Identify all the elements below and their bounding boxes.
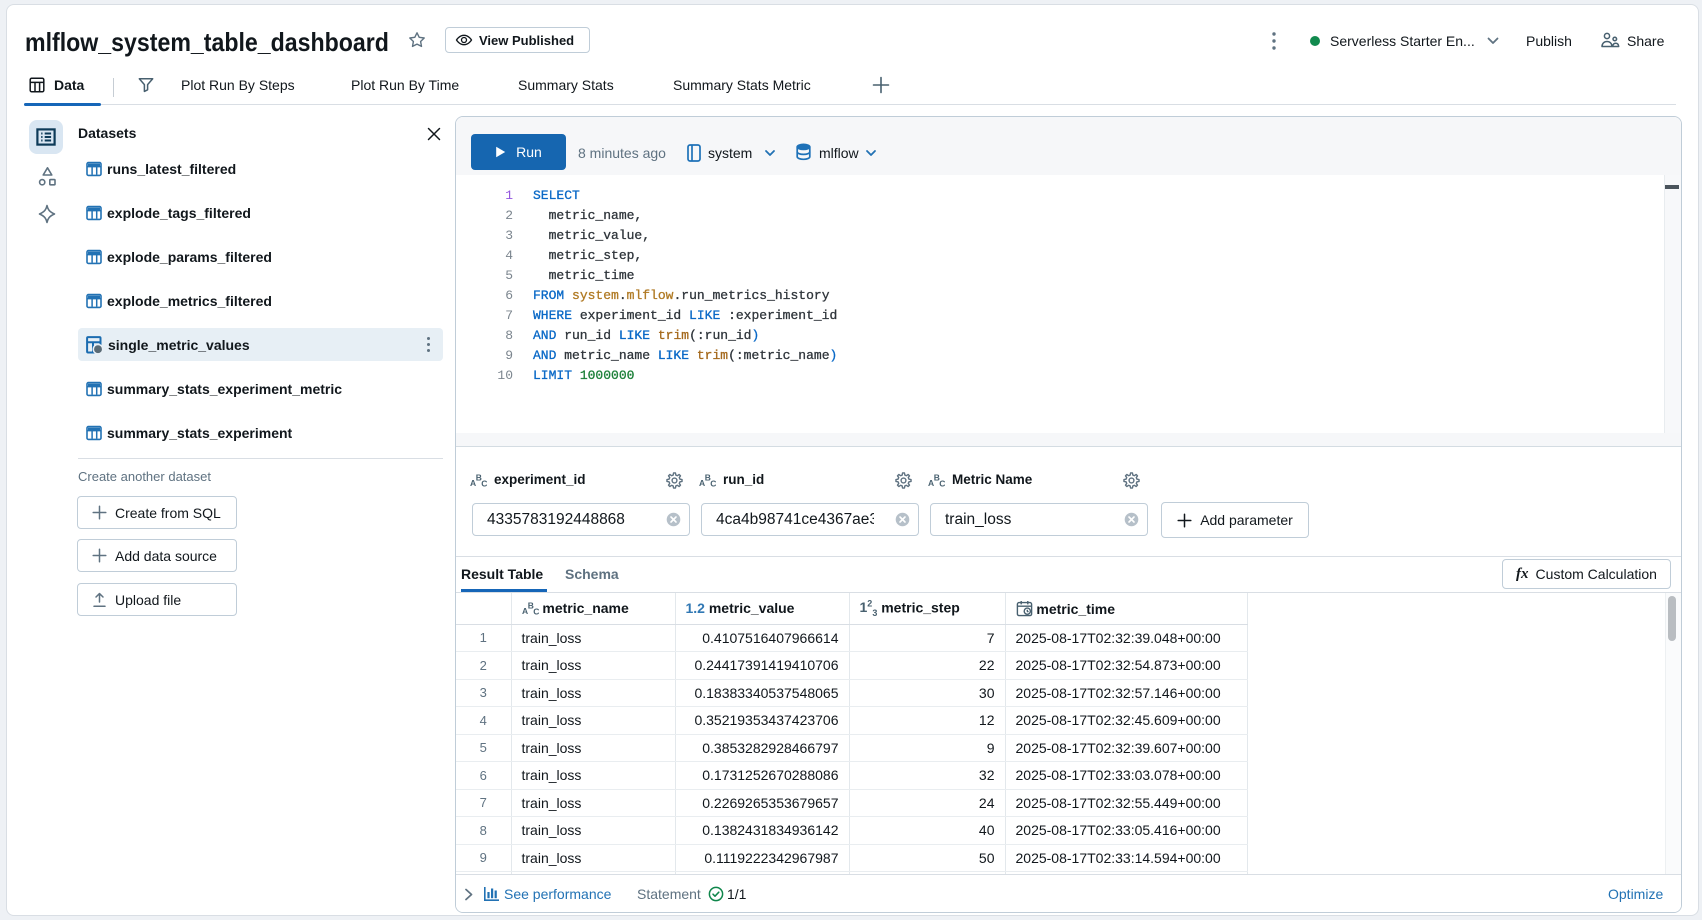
- svg-text:C: C: [710, 478, 716, 487]
- svg-text:C: C: [481, 478, 487, 487]
- svg-text:C: C: [939, 478, 945, 487]
- svg-text:C: C: [533, 607, 539, 616]
